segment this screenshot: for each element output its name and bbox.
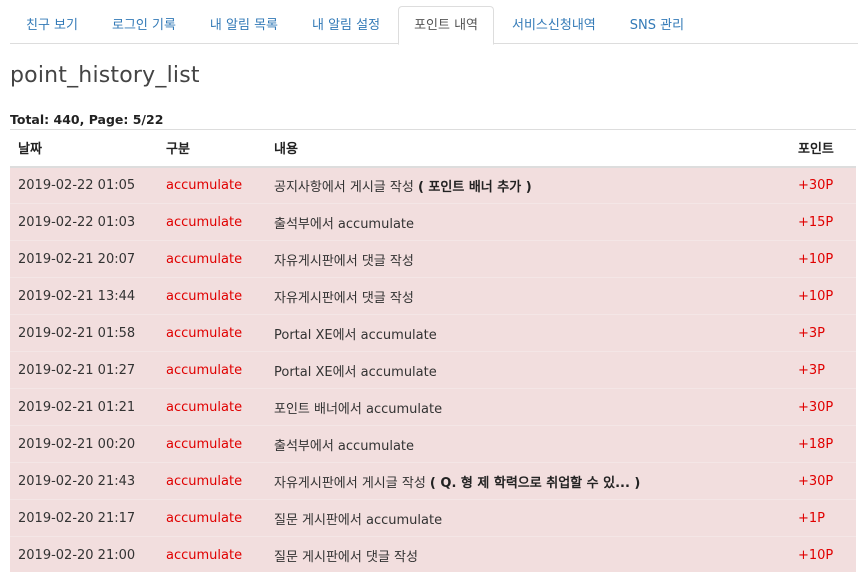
- content-text: Portal XE에서 accumulate: [274, 364, 437, 380]
- tab-my-notifications[interactable]: 내 알림 목록: [194, 6, 294, 44]
- cell-content: 출석부에서 accumulate: [266, 203, 790, 241]
- content-text: 자유게시판에서 댓글 작성: [274, 290, 414, 306]
- cell-date: 2019-02-21 01:58: [10, 314, 158, 352]
- cell-content: Portal XE에서 accumulate: [266, 351, 790, 389]
- cell-content: 자유게시판에서 댓글 작성: [266, 240, 790, 278]
- cell-date: 2019-02-21 13:44: [10, 277, 158, 315]
- cell-type: accumulate: [158, 314, 266, 352]
- column-header-date: 날짜: [10, 129, 158, 168]
- column-header-type: 구분: [158, 129, 266, 168]
- cell-points: +10P: [790, 536, 856, 572]
- table-row: 2019-02-20 21:00 accumulate 질문 게시판에서 댓글 …: [10, 536, 856, 572]
- cell-type: accumulate: [158, 203, 266, 241]
- cell-date: 2019-02-20 21:43: [10, 462, 158, 500]
- table-row: 2019-02-21 00:20 accumulate 출석부에서 accumu…: [10, 425, 856, 463]
- cell-points: +18P: [790, 425, 856, 463]
- tab-bar: 친구 보기 로그인 기록 내 알림 목록 내 알림 설정 포인트 내역 서비스신…: [10, 6, 858, 45]
- cell-date: 2019-02-22 01:03: [10, 203, 158, 241]
- cell-content: Portal XE에서 accumulate: [266, 314, 790, 352]
- page-title: point_history_list: [10, 63, 200, 88]
- cell-points: +30P: [790, 462, 856, 500]
- cell-type: accumulate: [158, 536, 266, 572]
- cell-type: accumulate: [158, 166, 266, 204]
- column-header-points: 포인트: [790, 129, 856, 168]
- cell-points: +3P: [790, 351, 856, 389]
- table-row: 2019-02-21 20:07 accumulate 자유게시판에서 댓글 작…: [10, 240, 856, 278]
- tab-sns-management[interactable]: SNS 관리: [614, 6, 700, 44]
- cell-date: 2019-02-21 00:20: [10, 425, 158, 463]
- table-header-row: 날짜 구분 내용 포인트: [10, 129, 856, 168]
- cell-points: +30P: [790, 388, 856, 426]
- cell-content: 질문 게시판에서 댓글 작성: [266, 536, 790, 572]
- cell-content: 자유게시판에서 댓글 작성: [266, 277, 790, 315]
- cell-date: 2019-02-21 20:07: [10, 240, 158, 278]
- cell-type: accumulate: [158, 277, 266, 315]
- cell-points: +10P: [790, 240, 856, 278]
- content-text: 출석부에서 accumulate: [274, 216, 415, 232]
- cell-content: 질문 게시판에서 accumulate: [266, 499, 790, 537]
- tab-friends[interactable]: 친구 보기: [10, 6, 94, 44]
- content-text: 출석부에서 accumulate: [274, 438, 415, 454]
- tab-point-history[interactable]: 포인트 내역: [398, 6, 495, 45]
- cell-type: accumulate: [158, 425, 266, 463]
- cell-content: 자유게시판에서 게시글 작성 ( Q. 형 제 학력으로 취업할 수 있... …: [266, 462, 790, 500]
- point-history-table: 날짜 구분 내용 포인트 2019-02-22 01:05 accumulate…: [10, 129, 856, 572]
- cell-type: accumulate: [158, 462, 266, 500]
- cell-date: 2019-02-21 01:27: [10, 351, 158, 389]
- table-row: 2019-02-22 01:05 accumulate 공지사항에서 게시글 작…: [10, 166, 856, 204]
- content-title[interactable]: ( 포인트 배너 추가 ): [418, 180, 532, 195]
- cell-points: +3P: [790, 314, 856, 352]
- cell-type: accumulate: [158, 388, 266, 426]
- cell-content: 공지사항에서 게시글 작성 ( 포인트 배너 추가 ): [266, 166, 790, 204]
- cell-type: accumulate: [158, 499, 266, 537]
- content-text: 자유게시판에서 게시글 작성: [274, 475, 430, 491]
- cell-points: +15P: [790, 203, 856, 241]
- tab-service-requests[interactable]: 서비스신청내역: [496, 6, 612, 44]
- cell-points: +10P: [790, 277, 856, 315]
- table-row: 2019-02-21 01:58 accumulate Portal XE에서 …: [10, 314, 856, 352]
- content-text: 포인트 배너에서 accumulate: [274, 401, 443, 417]
- tab-login-history[interactable]: 로그인 기록: [96, 6, 192, 44]
- table-row: 2019-02-21 01:27 accumulate Portal XE에서 …: [10, 351, 856, 389]
- content-text: 질문 게시판에서 accumulate: [274, 512, 443, 528]
- table-row: 2019-02-21 13:44 accumulate 자유게시판에서 댓글 작…: [10, 277, 856, 315]
- content-text: 자유게시판에서 댓글 작성: [274, 253, 414, 269]
- cell-content: 포인트 배너에서 accumulate: [266, 388, 790, 426]
- table-row: 2019-02-21 01:21 accumulate 포인트 배너에서 acc…: [10, 388, 856, 426]
- tab-notification-settings[interactable]: 내 알림 설정: [296, 6, 396, 44]
- cell-date: 2019-02-22 01:05: [10, 166, 158, 204]
- cell-points: +1P: [790, 499, 856, 537]
- cell-date: 2019-02-20 21:00: [10, 536, 158, 572]
- cell-points: +30P: [790, 166, 856, 204]
- cell-date: 2019-02-21 01:21: [10, 388, 158, 426]
- table-row: 2019-02-20 21:43 accumulate 자유게시판에서 게시글 …: [10, 462, 856, 500]
- table-row: 2019-02-20 21:17 accumulate 질문 게시판에서 acc…: [10, 499, 856, 537]
- cell-type: accumulate: [158, 351, 266, 389]
- column-header-content: 내용: [266, 129, 790, 168]
- table-row: 2019-02-22 01:03 accumulate 출석부에서 accumu…: [10, 203, 856, 241]
- cell-date: 2019-02-20 21:17: [10, 499, 158, 537]
- pagination-summary: Total: 440, Page: 5/22: [10, 112, 164, 127]
- content-text: Portal XE에서 accumulate: [274, 327, 437, 343]
- cell-content: 출석부에서 accumulate: [266, 425, 790, 463]
- content-text: 질문 게시판에서 댓글 작성: [274, 549, 418, 565]
- content-text: 공지사항에서 게시글 작성: [274, 179, 418, 195]
- cell-type: accumulate: [158, 240, 266, 278]
- content-title[interactable]: ( Q. 형 제 학력으로 취업할 수 있... ): [430, 476, 640, 491]
